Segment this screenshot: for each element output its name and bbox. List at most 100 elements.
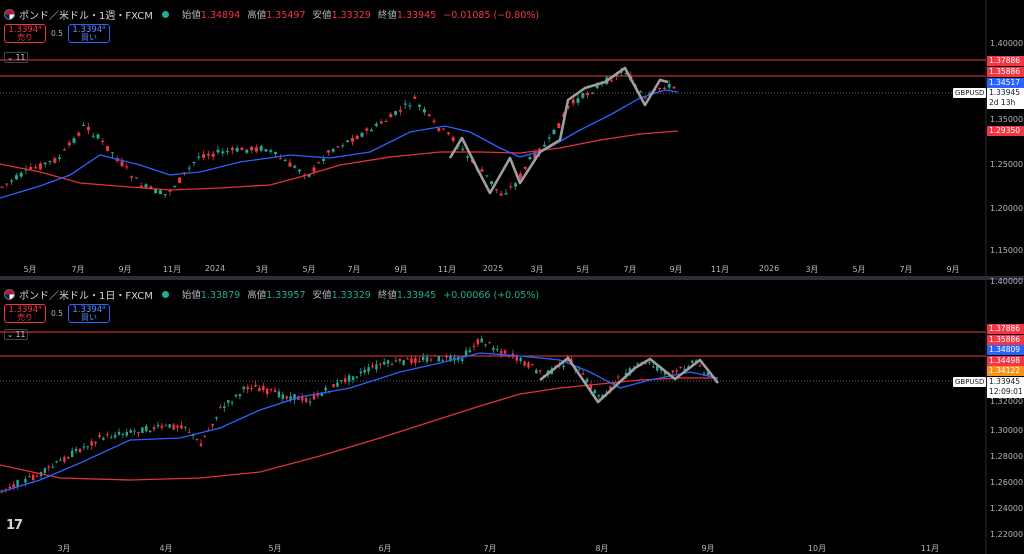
candle-body: [242, 386, 245, 390]
price-label-ma-fast: 1.34517: [987, 78, 1024, 88]
candle-body: [24, 478, 27, 483]
x-tick: 5月: [576, 265, 590, 274]
weekly-chart-canvas[interactable]: [0, 0, 1024, 276]
close-value: 1.33945: [396, 290, 437, 301]
candle-body: [98, 434, 101, 438]
candle-body: [402, 360, 405, 365]
candle-body: [403, 103, 407, 105]
x-tick: 6月: [378, 544, 392, 553]
candle-body: [359, 371, 362, 374]
candle-body: [514, 183, 518, 187]
sell-button[interactable]: 1.3394⁴ 売り: [4, 24, 46, 43]
candle-body: [484, 344, 487, 346]
candle-body: [571, 99, 575, 104]
weekly-chart-pane[interactable]: ポンド／米ドル・1週・FXCM 始値1.34894 高値1.35497 安値1.…: [0, 0, 1024, 276]
candle-body: [29, 167, 33, 170]
candle-body: [173, 186, 177, 188]
y-tick: 1.28000: [990, 452, 1024, 461]
symbol-title[interactable]: ポンド／米ドル・1週・FXCM: [19, 7, 153, 22]
candle-body: [141, 427, 144, 434]
candle-body: [206, 153, 210, 156]
candle-body: [535, 369, 538, 374]
ma-slow-line: [0, 130, 679, 191]
candle-body: [298, 169, 302, 172]
buy-button[interactable]: 1.3394⁹ 買い: [68, 304, 110, 323]
candle-body: [195, 439, 199, 441]
open-label: 始値: [181, 10, 201, 21]
candle-body: [58, 157, 62, 159]
x-tick: 7月: [71, 265, 85, 274]
candle-body: [67, 142, 71, 146]
candle-body: [187, 167, 191, 169]
indicators-collapse-button[interactable]: ⌄ 11: [4, 52, 28, 63]
x-tick: 10月: [807, 544, 827, 553]
candle-body: [464, 350, 468, 356]
candle-body: [134, 177, 138, 179]
change-value: −0.01085 (−0.80%): [443, 10, 540, 21]
daily-chart-pane[interactable]: ポンド／米ドル・1日・FXCM 始値1.33879 高値1.33957 安値1.…: [0, 277, 1024, 554]
candle-body: [67, 457, 70, 459]
candle-body: [324, 387, 327, 391]
candle-body: [562, 365, 565, 368]
candle-body: [441, 359, 444, 361]
candle-body: [77, 132, 81, 136]
candle-body: [383, 361, 386, 365]
candle-body: [490, 181, 494, 184]
market-open-icon: [161, 10, 169, 18]
candle-body: [250, 146, 254, 151]
candle-body: [312, 394, 316, 400]
candle-body: [523, 166, 527, 169]
candle-body: [312, 167, 316, 172]
tradingview-logo[interactable]: 17: [6, 518, 23, 533]
candle-body: [230, 402, 234, 404]
candle-body: [492, 347, 495, 351]
candle-body: [227, 400, 230, 403]
price-label-resistance-1: 1.37886: [987, 324, 1024, 334]
candle-body: [197, 156, 201, 158]
candle-body: [221, 151, 225, 154]
candle-body: [262, 385, 265, 390]
candle-body: [406, 358, 409, 360]
x-tick: 3月: [255, 265, 269, 274]
candle-body: [202, 154, 206, 158]
candle-body: [332, 384, 335, 388]
close-label: 終値: [377, 290, 397, 301]
candle-body: [47, 466, 50, 468]
symbol-tag: GBPUSD: [953, 377, 987, 387]
candle-body: [172, 424, 175, 430]
candle-body: [527, 362, 530, 368]
spread-value: 0.5: [51, 29, 63, 38]
x-tick: 11月: [920, 544, 940, 553]
candle-body: [120, 161, 124, 167]
candle-body: [144, 184, 148, 188]
candle-body: [531, 363, 534, 366]
buy-button[interactable]: 1.3394⁹ 買い: [68, 24, 110, 43]
candle-body: [480, 338, 483, 343]
candle-body: [344, 378, 347, 383]
candle-body: [662, 87, 666, 89]
sell-label: 売り: [17, 33, 33, 42]
candle-body: [427, 114, 431, 116]
price-label-ma-slow: 1.34498: [987, 356, 1024, 366]
sell-button[interactable]: 1.3394⁴ 売り: [4, 304, 46, 323]
candle-body: [547, 137, 551, 139]
buy-label: 買い: [81, 313, 97, 322]
symbol-title[interactable]: ポンド／米ドル・1日・FXCM: [19, 287, 153, 302]
candle-body: [671, 370, 674, 373]
candle-body: [86, 446, 89, 448]
daily-chart-canvas[interactable]: [0, 280, 1024, 554]
candle-body: [331, 149, 335, 152]
candle-body: [305, 398, 308, 403]
indicators-collapse-button[interactable]: ⌄ 11: [4, 329, 28, 340]
candle-body: [91, 135, 95, 137]
high-label: 高値: [247, 10, 267, 21]
candle-body: [485, 175, 489, 177]
candle-body: [269, 150, 273, 152]
candle-body: [476, 339, 479, 345]
candle-body: [0, 186, 4, 188]
candle-body: [648, 362, 651, 364]
candle-body: [679, 366, 682, 368]
price-label-resistance-2: 1.35886: [987, 67, 1024, 77]
candle-body: [597, 394, 600, 397]
candle-body: [672, 86, 676, 89]
